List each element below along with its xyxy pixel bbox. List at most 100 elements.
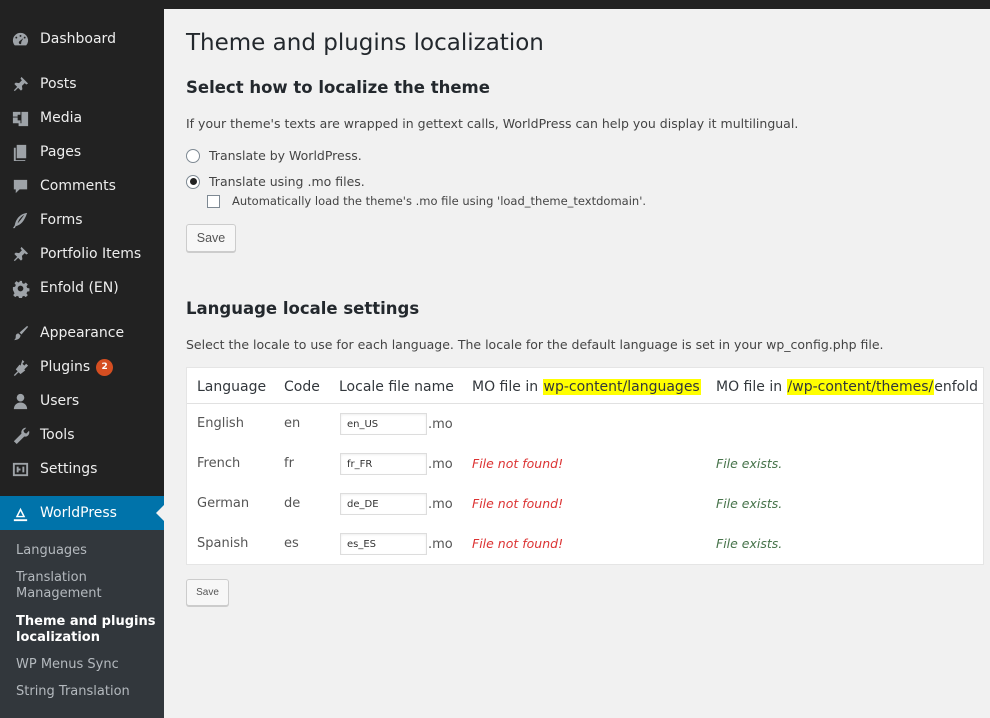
mo-theme-status: File exists. [716,496,783,511]
locale-section-heading: Language locale settings [186,299,420,318]
feather-icon [0,211,40,230]
menu-portfolio-items[interactable]: Portfolio Items [0,237,164,271]
mo-theme-status: File exists. [716,456,783,471]
mo-theme-path: /wp-content/themes/ [786,379,935,395]
submenu-string-translation[interactable]: String Translation [16,684,156,700]
locale-input-es[interactable] [340,533,427,555]
menu-portfolio-label: Portfolio Items [40,246,142,262]
menu-posts-label: Posts [40,76,77,92]
menu-users[interactable]: Users [0,384,164,418]
mo-extension: .mo [428,417,453,432]
column-header-mo-theme: MO file in /wp-content/themes/enfold [716,379,978,395]
mo-languages-status: File not found! [472,456,564,471]
menu-appearance[interactable]: Appearance [0,316,164,350]
radio-translate-by-worldpress[interactable]: Translate by WorldPress. [186,148,362,163]
menu-posts[interactable]: Posts [0,67,164,101]
locale-section-description: Select the locale to use for each langua… [186,337,884,352]
mo-theme-status: File exists. [716,536,783,551]
row-code: fr [284,456,294,471]
wordpress-icon [0,504,40,523]
mo-extension: .mo [428,457,453,472]
menu-dashboard-label: Dashboard [40,31,116,47]
pages-icon [0,143,40,162]
menu-comments-label: Comments [40,178,116,194]
row-code: en [284,416,301,431]
dashboard-icon [0,30,40,49]
menu-users-label: Users [40,393,80,409]
pin-icon [0,75,40,94]
autoload-textdomain-option[interactable]: Automatically load the theme's .mo file … [207,194,646,208]
save-theme-settings-button[interactable]: Save [186,224,236,252]
user-icon [0,392,40,411]
mo-languages-prefix: MO file in [472,379,543,395]
menu-comments[interactable]: Comments [0,169,164,203]
row-code: es [284,536,299,551]
mo-extension: .mo [428,537,453,552]
wrench-icon [0,426,40,445]
menu-pages-label: Pages [40,144,82,160]
menu-forms-label: Forms [40,212,83,228]
menu-worldpress-label: WorldPress [40,505,117,521]
menu-plugins[interactable]: Plugins 2 [0,350,164,384]
menu-media-label: Media [40,110,83,126]
locale-input-fr[interactable] [340,453,427,475]
menu-enfold[interactable]: Enfold (EN) [0,271,164,305]
column-header-locale: Locale file name [339,379,454,395]
menu-plugins-label: Plugins [40,359,91,375]
page-title: Theme and plugins localization [186,30,544,56]
mo-languages-path: wp-content/languages [542,379,701,395]
gear-icon [0,279,40,298]
locale-input-de[interactable] [340,493,427,515]
mo-languages-status: File not found! [472,536,564,551]
active-menu-arrow [156,505,164,521]
submenu-theme-plugins-localization[interactable]: Theme and plugins localization [16,614,156,646]
row-language: French [197,456,241,471]
row-language: English [197,416,244,431]
autoload-checkbox[interactable] [207,194,220,208]
menu-media[interactable]: Media [0,101,164,135]
submenu-wp-menus-sync[interactable]: WP Menus Sync [16,657,156,673]
menu-pages[interactable]: Pages [0,135,164,169]
theme-section-description: If your theme's texts are wrapped in get… [186,116,799,131]
row-language: German [197,496,250,511]
radio-button[interactable] [186,148,200,163]
theme-section-heading: Select how to localize the theme [186,78,490,97]
mo-extension: .mo [428,497,453,512]
locale-table: Language Code Locale file name MO file i… [186,367,984,565]
submenu-translation-management[interactable]: Translation Management [16,570,156,602]
menu-dashboard[interactable]: Dashboard [0,22,164,56]
settings-icon [0,460,40,479]
menu-appearance-label: Appearance [40,325,125,341]
menu-settings[interactable]: Settings [0,452,164,486]
column-header-language: Language [197,379,267,395]
menu-enfold-label: Enfold (EN) [40,280,119,296]
mo-theme-suffix: enfold [934,379,978,395]
menu-settings-label: Settings [40,461,98,477]
row-language: Spanish [197,536,249,551]
pin-icon [0,245,40,264]
radio-wp-label: Translate by WorldPress. [209,148,362,163]
menu-worldpress[interactable]: WorldPress [0,496,164,530]
mo-languages-status: File not found! [472,496,564,511]
menu-forms[interactable]: Forms [0,203,164,237]
admin-bar [0,0,990,9]
radio-mo-label: Translate using .mo files. [209,174,365,189]
submenu-languages[interactable]: Languages [16,543,156,559]
plugins-update-badge: 2 [96,358,114,376]
brush-icon [0,324,40,343]
column-header-mo-languages: MO file in wp-content/languages [472,379,701,395]
radio-button-selected[interactable] [186,174,200,189]
save-locale-settings-button[interactable]: Save [186,579,229,606]
plug-icon [0,358,40,377]
menu-tools-label: Tools [40,427,75,443]
media-icon [0,109,40,128]
column-header-code: Code [284,379,320,395]
menu-tools[interactable]: Tools [0,418,164,452]
header-divider [187,403,983,404]
radio-translate-mo-files[interactable]: Translate using .mo files. [186,174,365,189]
autoload-label: Automatically load the theme's .mo file … [232,194,647,208]
mo-theme-prefix: MO file in [716,379,787,395]
locale-input-en[interactable] [340,413,427,435]
row-code: de [284,496,301,511]
comment-icon [0,177,40,196]
